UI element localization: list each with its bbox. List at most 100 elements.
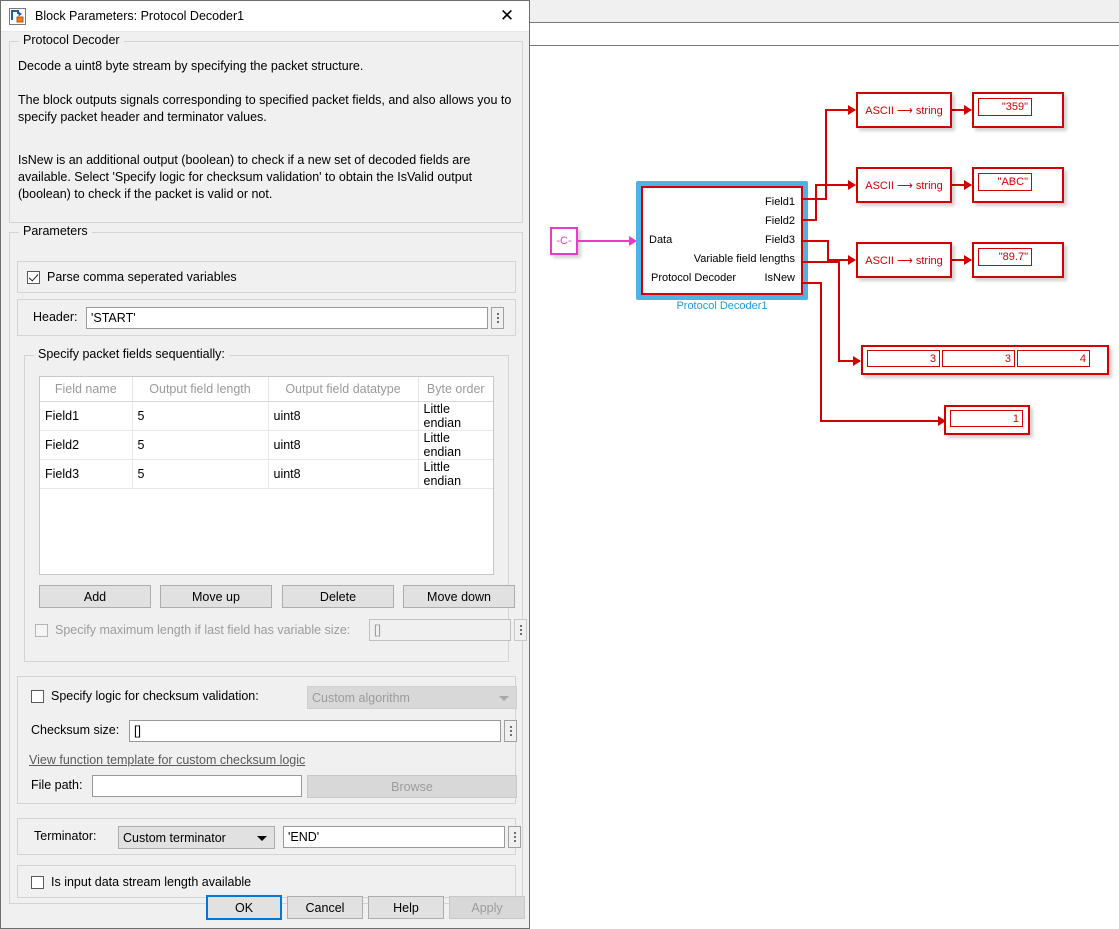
checksum-checkbox[interactable]	[31, 690, 44, 703]
max-length-checkbox[interactable]	[35, 624, 48, 637]
cell-output-field-length[interactable]: 5	[132, 459, 268, 488]
constant-block[interactable]: -C-	[550, 227, 578, 255]
wire-field1-v	[825, 109, 827, 200]
terminator-mode-select[interactable]: Custom terminator	[118, 826, 275, 849]
display-cell: 4	[1017, 350, 1090, 367]
arrowhead-array-display-in	[853, 356, 861, 366]
cell-output-field-datatype[interactable]: uint8	[268, 430, 418, 459]
display-cell: 3	[867, 350, 940, 367]
max-length-value-picker-icon[interactable]	[514, 619, 527, 641]
decoder-inner-label: Protocol Decoder	[651, 272, 736, 284]
header-panel: Header: 'START'	[17, 299, 516, 336]
cell-field-name[interactable]: Field1	[40, 401, 132, 430]
cell-output-field-length[interactable]: 5	[132, 401, 268, 430]
cell-field-name[interactable]: Field3	[40, 459, 132, 488]
checksum-algorithm-value: Custom algorithm	[312, 691, 410, 705]
port-label-field3: Field3	[765, 234, 795, 246]
terminator-input[interactable]: 'END'	[283, 826, 505, 848]
column-header-output-field-datatype[interactable]: Output field datatype	[268, 377, 418, 401]
parse-csv-label: Parse comma seperated variables	[47, 270, 237, 284]
move-down-button[interactable]: Move down	[403, 585, 515, 608]
cell-output-field-length[interactable]: 5	[132, 430, 268, 459]
terminator-mode-value: Custom terminator	[123, 831, 226, 845]
add-button[interactable]: Add	[39, 585, 151, 608]
cancel-button[interactable]: Cancel	[287, 896, 363, 919]
ascii-to-string-block-3[interactable]: ASCII ⟶ string	[856, 242, 952, 278]
file-path-label: File path:	[31, 778, 82, 792]
parameters-group: Parameters Parse comma seperated variabl…	[9, 232, 523, 904]
delete-button[interactable]: Delete	[282, 585, 394, 608]
description-paragraph-1: Decode a uint8 byte stream by specifying…	[18, 58, 518, 75]
checksum-template-link[interactable]: View function template for custom checks…	[29, 753, 305, 767]
column-header-field-name[interactable]: Field name	[40, 377, 132, 401]
checksum-size-value-picker-icon[interactable]	[504, 720, 517, 742]
dialog-button-bar: OK Cancel Help Apply	[1, 884, 529, 928]
cell-output-field-datatype[interactable]: uint8	[268, 459, 418, 488]
wire-varlen-h1	[803, 261, 840, 263]
ascii-to-string-block-2[interactable]: ASCII ⟶ string	[856, 167, 952, 203]
checksum-group: Specify logic for checksum validation: C…	[17, 676, 516, 804]
arrowhead-display3-in	[964, 255, 972, 265]
cell-output-field-datatype[interactable]: uint8	[268, 401, 418, 430]
dialog-title: Block Parameters: Protocol Decoder1	[35, 9, 485, 23]
terminator-value-picker-icon[interactable]	[508, 826, 521, 848]
ascii-to-string-block-1[interactable]: ASCII ⟶ string	[856, 92, 952, 128]
apply-button[interactable]: Apply	[449, 896, 525, 919]
help-button[interactable]: Help	[368, 896, 444, 919]
display-cell: "359"	[978, 98, 1032, 116]
column-header-byte-order[interactable]: Byte order	[418, 377, 493, 401]
display-block-2[interactable]: "ABC"	[972, 167, 1064, 203]
parse-csv-checkbox-row[interactable]: Parse comma seperated variables	[27, 270, 237, 284]
terminator-label: Terminator:	[34, 829, 97, 843]
checksum-algorithm-select[interactable]: Custom algorithm	[307, 686, 517, 709]
description-paragraph-2: The block outputs signals corresponding …	[18, 92, 520, 126]
checksum-label: Specify logic for checksum validation:	[51, 689, 259, 703]
cell-byte-order[interactable]: Little endian	[418, 401, 493, 430]
decoder-block-name: Protocol Decoder1	[636, 300, 808, 312]
display-cell: "ABC"	[978, 173, 1032, 191]
checksum-size-input[interactable]: []	[129, 720, 501, 742]
table-row[interactable]: Field3 5 uint8 Little endian	[40, 459, 493, 488]
display-block-3[interactable]: "89.7"	[972, 242, 1064, 278]
parameters-group-title: Parameters	[19, 224, 92, 238]
display-block-array[interactable]: 3 3 4	[861, 345, 1109, 375]
column-header-output-field-length[interactable]: Output field length	[132, 377, 268, 401]
protocol-decoder-block[interactable]: Data Field1 Field2 Field3 Variable field…	[641, 186, 803, 295]
port-label-variable-field-lengths: Variable field lengths	[694, 253, 795, 265]
max-length-input[interactable]: []	[369, 619, 511, 641]
table-row[interactable]: Field1 5 uint8 Little endian	[40, 401, 493, 430]
cell-field-name[interactable]: Field2	[40, 430, 132, 459]
cell-byte-order[interactable]: Little endian	[418, 459, 493, 488]
arrowhead-display2-in	[964, 180, 972, 190]
terminator-panel: Terminator: Custom terminator 'END'	[17, 818, 516, 855]
header-input[interactable]: 'START'	[86, 307, 488, 329]
close-icon[interactable]: ✕	[485, 1, 529, 32]
ok-button[interactable]: OK	[206, 895, 282, 920]
cell-byte-order[interactable]: Little endian	[418, 430, 493, 459]
browse-button[interactable]: Browse	[307, 775, 517, 798]
packet-fields-table[interactable]: Field name Output field length Output fi…	[39, 376, 494, 575]
header-value-picker-icon[interactable]	[491, 307, 504, 329]
info-group: Protocol Decoder Decode a uint8 byte str…	[9, 41, 523, 223]
description-paragraph-3: IsNew is an additional output (boolean) …	[18, 152, 520, 203]
ascii-to-string-label-1: ASCII ⟶ string	[858, 94, 950, 126]
move-up-button[interactable]: Move up	[160, 585, 272, 608]
port-label-field1: Field1	[765, 196, 795, 208]
table-header-row: Field name Output field length Output fi…	[40, 377, 493, 401]
wire-field2-h2	[815, 184, 851, 186]
block-parameters-dialog: Block Parameters: Protocol Decoder1 ✕ Pr…	[0, 0, 530, 929]
max-length-checkbox-row[interactable]: Specify maximum length if last field has…	[35, 623, 350, 637]
wire-field3-h1	[803, 240, 829, 242]
display-block-isnew[interactable]: 1	[944, 405, 1030, 435]
parse-csv-panel: Parse comma seperated variables	[17, 261, 516, 293]
chevron-down-icon	[257, 836, 267, 841]
table-row[interactable]: Field2 5 uint8 Little endian	[40, 430, 493, 459]
simulink-block-icon	[9, 8, 26, 25]
arrowhead-ascii1-in	[848, 105, 856, 115]
checksum-checkbox-row[interactable]: Specify logic for checksum validation:	[31, 689, 259, 703]
ascii-to-string-label-2: ASCII ⟶ string	[858, 169, 950, 201]
file-path-input[interactable]	[92, 775, 302, 797]
packet-fields-group: Specify packet fields sequentially: Fiel…	[24, 355, 509, 662]
parse-csv-checkbox[interactable]	[27, 271, 40, 284]
display-block-1[interactable]: "359"	[972, 92, 1064, 128]
